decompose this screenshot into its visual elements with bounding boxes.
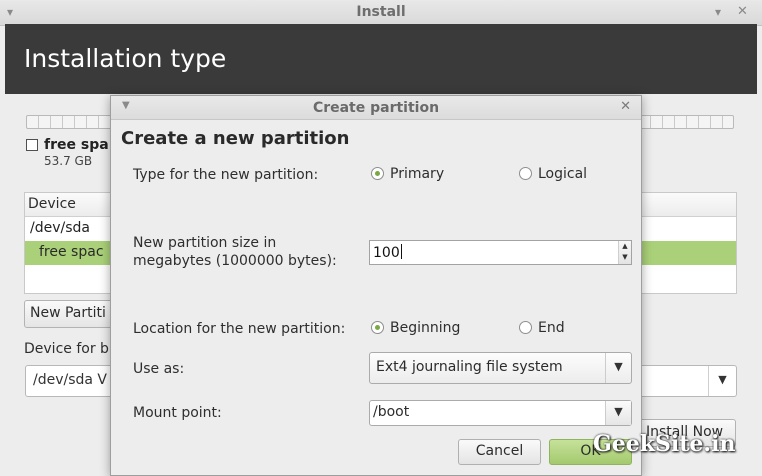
- radio-selected-icon: [371, 321, 384, 334]
- partition-size-label-line1: New partition size in: [133, 235, 277, 251]
- dialog-heading: Create a new partition: [121, 128, 350, 149]
- radio-unselected-icon: [519, 321, 532, 334]
- radio-beginning-label: Beginning: [390, 320, 461, 336]
- partition-size-label-line2: megabytes (1000000 bytes):: [133, 253, 337, 269]
- install-titlebar: ▾ Install ▾ ✕: [0, 0, 762, 26]
- radio-logical-label: Logical: [538, 166, 588, 182]
- mount-point-value: /boot: [373, 404, 410, 420]
- mount-point-combo[interactable]: /boot ▼: [369, 400, 632, 426]
- radio-end-label: End: [538, 320, 565, 336]
- window-close-icon[interactable]: ✕: [737, 4, 748, 19]
- radio-end[interactable]: End: [519, 320, 565, 336]
- radio-logical[interactable]: Logical: [519, 166, 587, 182]
- spin-down-icon[interactable]: ▼: [619, 252, 631, 263]
- use-as-label: Use as:: [133, 361, 185, 377]
- cancel-button[interactable]: Cancel: [458, 439, 541, 465]
- new-partition-button[interactable]: New Partiti: [24, 300, 114, 328]
- geeksite-watermark-logo: GeekSite.in: [593, 431, 736, 457]
- use-as-value: Ext4 journaling file system: [376, 359, 563, 375]
- use-as-combo[interactable]: Ext4 journaling file system ▼: [369, 352, 632, 384]
- radio-unselected-icon: [519, 167, 532, 180]
- boot-loader-device-value: /dev/sda V: [33, 372, 108, 388]
- dialog-titlebar: ▼ Create partition ✕: [111, 96, 641, 120]
- partition-size-spinbutton[interactable]: 100 ▲ ▼: [369, 240, 632, 265]
- mount-point-label: Mount point:: [133, 405, 222, 421]
- free-space-size: 53.7 GB: [44, 154, 93, 168]
- partition-size-label: New partition size in megabytes (1000000…: [133, 234, 337, 270]
- spin-up-icon[interactable]: ▲: [619, 241, 631, 252]
- installation-header: Installation type: [5, 24, 757, 94]
- window-title: Install: [356, 4, 406, 20]
- radio-beginning[interactable]: Beginning: [371, 320, 460, 336]
- free-space-legend: free spa: [26, 137, 109, 153]
- partition-size-value: 100: [373, 244, 402, 261]
- radio-primary-label: Primary: [390, 166, 445, 182]
- radio-primary[interactable]: Primary: [371, 166, 444, 182]
- boot-loader-device-label: Device for b: [24, 341, 109, 357]
- create-partition-dialog: ▼ Create partition ✕ Create a new partit…: [110, 95, 642, 476]
- free-space-label: free spa: [44, 137, 109, 153]
- triangle-down-icon[interactable]: ▼: [605, 401, 631, 425]
- close-icon[interactable]: ✕: [620, 99, 631, 114]
- radio-selected-icon: [371, 167, 384, 180]
- triangle-down-icon[interactable]: ▼: [708, 366, 736, 396]
- page-title: Installation type: [24, 44, 227, 73]
- triangle-down-icon[interactable]: ▼: [605, 353, 631, 383]
- window-menu-icon[interactable]: ▾: [715, 5, 721, 19]
- free-space-swatch: [26, 139, 38, 151]
- partition-type-label: Type for the new partition:: [133, 167, 319, 183]
- spin-arrows-icon[interactable]: ▲ ▼: [618, 241, 631, 264]
- dialog-title: Create partition: [312, 100, 440, 116]
- partition-location-label: Location for the new partition:: [133, 321, 346, 337]
